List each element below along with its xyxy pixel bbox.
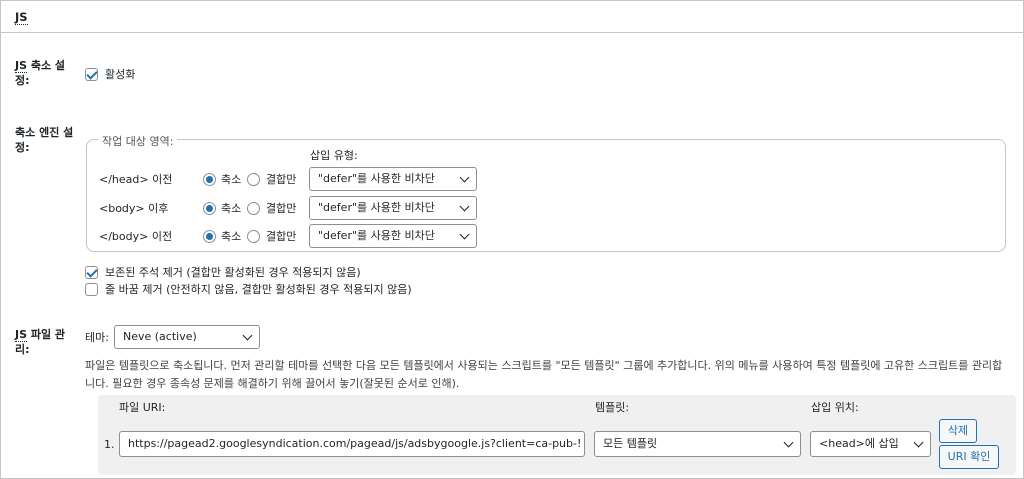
js-settings-panel: JS JS 축소 설정: 활성화 축소 엔진 설정: 작업 대상 영역: 삽입 … bbox=[0, 0, 1024, 479]
target-area-legend: 작업 대상 영역: bbox=[98, 133, 178, 149]
chevron-down-icon bbox=[783, 437, 794, 448]
chevron-down-icon bbox=[242, 330, 253, 341]
file-row-index: 1. bbox=[104, 438, 115, 451]
body-end-label: </body> 이전 bbox=[99, 230, 173, 243]
minify-setting-label: JS 축소 설정: bbox=[15, 58, 77, 88]
body-start-insert-select[interactable]: "defer"를 사용한 비차단 bbox=[309, 196, 477, 220]
file-management-label: JS 파일 관리: bbox=[15, 327, 77, 357]
file-uri-value: https://pagead2.googlesyndication.com/pa… bbox=[128, 437, 582, 450]
file-management-description: 파일은 템플릿으로 축소됩니다. 먼저 관리할 테마를 선택한 다음 모든 템플… bbox=[85, 359, 1003, 390]
head-end-minify-label: 축소 bbox=[221, 173, 242, 186]
body-start-minify-radio[interactable] bbox=[203, 202, 216, 215]
body-end-combine-label: 결합만 bbox=[266, 230, 297, 243]
chevron-down-icon bbox=[459, 172, 470, 183]
chevron-down-icon bbox=[459, 201, 470, 212]
head-end-minify-radio[interactable] bbox=[203, 173, 216, 186]
body-end-minify-radio[interactable] bbox=[203, 230, 216, 243]
theme-select-value: Neve (active) bbox=[123, 330, 197, 343]
files-label-abbr: JS bbox=[15, 328, 28, 342]
insert-type-header: 삽입 유형: bbox=[310, 149, 358, 162]
minify-enable-checkbox[interactable] bbox=[85, 68, 98, 81]
remove-linebreaks-checkbox[interactable] bbox=[85, 283, 98, 296]
engine-setting-label: 축소 엔진 설정: bbox=[15, 126, 74, 154]
body-end-insert-value: "defer"를 사용한 비차단 bbox=[318, 229, 435, 242]
body-start-label: <body> 이후 bbox=[99, 202, 169, 215]
body-end-insert-select[interactable]: "defer"를 사용한 비차단 bbox=[309, 224, 477, 248]
head-end-insert-select[interactable]: "defer"를 사용한 비차단 bbox=[309, 167, 477, 191]
panel-header: JS bbox=[1, 1, 1023, 33]
col-header-uri: 파일 URI: bbox=[119, 401, 166, 414]
col-header-position: 삽입 위치: bbox=[811, 401, 859, 414]
delete-file-button[interactable]: 삭제 bbox=[939, 419, 977, 443]
chevron-down-icon bbox=[459, 229, 470, 240]
body-end-combine-radio[interactable] bbox=[247, 230, 260, 243]
file-position-select[interactable]: <head>에 삽입 bbox=[810, 431, 931, 457]
remove-comments-label: 보존된 주석 제거 (결합만 활성화된 경우 적용되지 않음) bbox=[105, 266, 361, 279]
verify-uri-button[interactable]: URI 확인 bbox=[939, 445, 999, 469]
head-end-insert-value: "defer"를 사용한 비차단 bbox=[318, 172, 435, 185]
head-end-label: </head> 이전 bbox=[99, 173, 173, 186]
theme-select[interactable]: Neve (active) bbox=[114, 325, 260, 349]
remove-linebreaks-label: 줄 바꿈 제거 (안전하지 않음, 결합만 활성화된 경우 적용되지 않음) bbox=[105, 283, 412, 296]
file-position-value: <head>에 삽입 bbox=[819, 437, 899, 450]
body-start-minify-label: 축소 bbox=[221, 202, 242, 215]
body-start-combine-radio[interactable] bbox=[247, 202, 260, 215]
file-template-value: 모든 템플릿 bbox=[603, 437, 658, 450]
panel-title: JS bbox=[15, 10, 28, 25]
body-start-combine-label: 결합만 bbox=[266, 202, 297, 215]
head-end-combine-radio[interactable] bbox=[247, 173, 260, 186]
chevron-down-icon bbox=[913, 437, 924, 448]
remove-comments-checkbox[interactable] bbox=[85, 266, 98, 279]
theme-label: 테마: bbox=[85, 331, 109, 344]
body-end-minify-label: 축소 bbox=[221, 230, 242, 243]
head-end-combine-label: 결합만 bbox=[266, 173, 297, 186]
minify-enable-label: 활성화 bbox=[105, 68, 136, 81]
minify-label-abbr: JS bbox=[15, 59, 28, 73]
col-header-template: 템플릿: bbox=[595, 401, 630, 414]
body-start-insert-value: "defer"를 사용한 비차단 bbox=[318, 201, 435, 214]
file-uri-input[interactable]: https://pagead2.googlesyndication.com/pa… bbox=[119, 431, 585, 457]
file-template-select[interactable]: 모든 템플릿 bbox=[594, 431, 801, 457]
